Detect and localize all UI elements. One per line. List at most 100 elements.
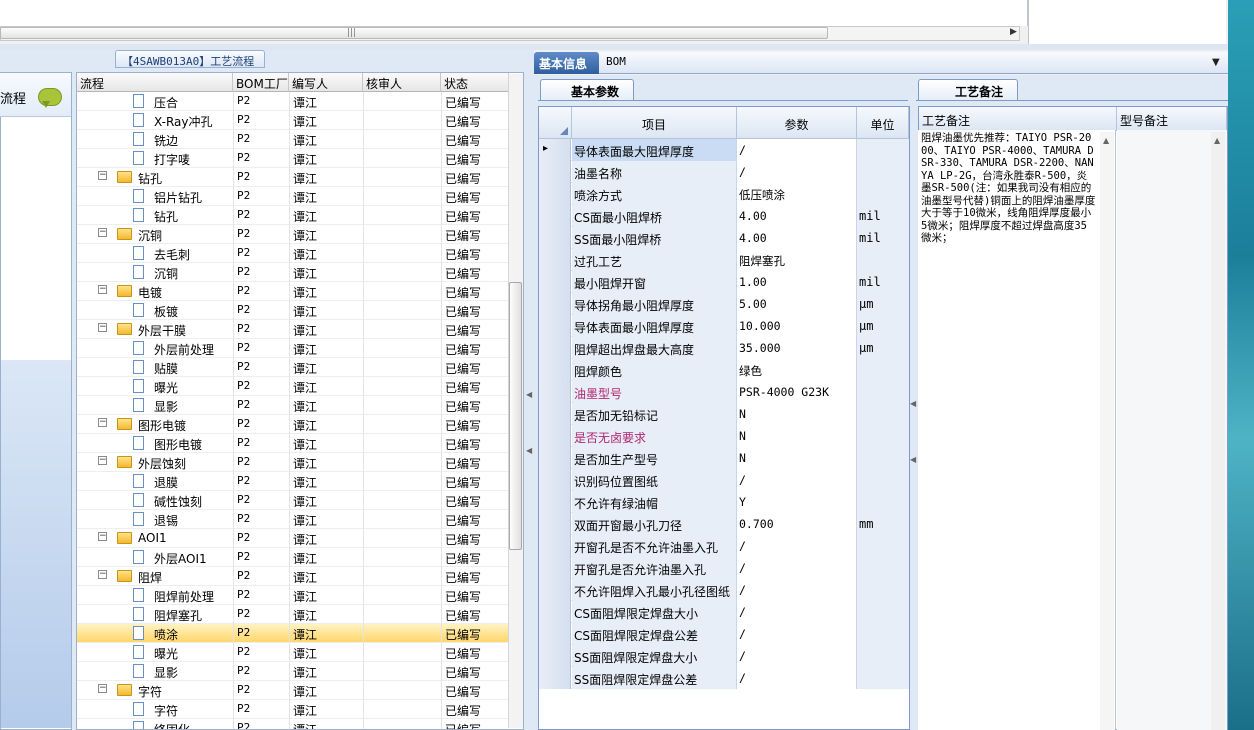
process-flow-tab[interactable]: 【4SAWB013A0】工艺流程	[115, 50, 265, 68]
table-row[interactable]: 贴膜 P2 谭江 已编写	[77, 358, 509, 377]
navigation-label[interactable]: 流程	[0, 88, 26, 107]
table-row[interactable]: 图形电镀 P2 谭江 已编写	[77, 434, 509, 453]
current-row-arrow-icon[interactable]: ▸	[539, 139, 571, 161]
tab-basic-info[interactable]: 基本信息	[534, 52, 599, 74]
column-header-model-note[interactable]: 型号备注	[1117, 107, 1227, 131]
param-row[interactable]: CS面最小阻焊桥 4.00 mil	[539, 205, 909, 227]
param-value-field[interactable]: /	[737, 535, 857, 557]
column-header-reviewer[interactable]: 核审人	[363, 73, 441, 92]
param-row[interactable]: 是否加无铅标记 N	[539, 403, 909, 425]
table-row[interactable]: 铣边 P2 谭江 已编写	[77, 130, 509, 149]
param-row[interactable]: 是否无卤要求 N	[539, 425, 909, 447]
param-row[interactable]: 最小阻焊开窗 1.00 mil	[539, 271, 909, 293]
param-row[interactable]: 过孔工艺 阻焊塞孔	[539, 249, 909, 271]
row-indicator[interactable]	[539, 579, 571, 601]
table-row[interactable]: − 外层蚀刻 P2 谭江 已编写	[77, 453, 509, 472]
param-value-field[interactable]: 0.700	[737, 513, 857, 535]
collapse-node-icon[interactable]: −	[98, 228, 107, 237]
param-row[interactable]: 阻焊颜色 绿色	[539, 359, 909, 381]
param-row[interactable]: 开窗孔是否不允许油墨入孔 /	[539, 535, 909, 557]
row-indicator[interactable]	[539, 601, 571, 623]
table-row[interactable]: − 钻孔 P2 谭江 已编写	[77, 168, 509, 187]
table-row[interactable]: − 字符 P2 谭江 已编写	[77, 681, 509, 700]
table-row[interactable]: − 沉铜 P2 谭江 已编写	[77, 225, 509, 244]
param-value-field[interactable]: PSR-4000 G23K	[737, 381, 857, 403]
param-value-field[interactable]: 4.00	[737, 205, 857, 227]
table-row[interactable]: − 外层干膜 P2 谭江 已编写	[77, 320, 509, 339]
column-header-process-note[interactable]: 工艺备注	[919, 107, 1117, 131]
table-row[interactable]: 曝光 P2 谭江 已编写	[77, 643, 509, 662]
row-indicator[interactable]	[539, 205, 571, 227]
table-row[interactable]: 终固化 P2 谭江 已编写	[77, 719, 509, 729]
param-value-field[interactable]: 1.00	[737, 271, 857, 293]
param-value-field[interactable]: /	[737, 139, 857, 161]
param-row[interactable]: 阻焊超出焊盘最大高度 35.000 μm	[539, 337, 909, 359]
table-row[interactable]: 退锡 P2 谭江 已编写	[77, 510, 509, 529]
param-value-field[interactable]: 5.00	[737, 293, 857, 315]
table-row[interactable]: 打字唛 P2 谭江 已编写	[77, 149, 509, 168]
param-row[interactable]: 不允许有绿油帽 Y	[539, 491, 909, 513]
param-value-field[interactable]: N	[737, 425, 857, 447]
row-indicator[interactable]	[539, 227, 571, 249]
param-value-field[interactable]: /	[737, 161, 857, 183]
collapse-node-icon[interactable]: −	[98, 418, 107, 427]
row-indicator[interactable]	[539, 381, 571, 403]
column-header-unit[interactable]: 单位	[857, 107, 909, 139]
param-row[interactable]: 是否加生产型号 N	[539, 447, 909, 469]
row-indicator[interactable]	[539, 469, 571, 491]
param-value-field[interactable]: /	[737, 667, 857, 689]
column-header-param[interactable]: 参数	[737, 107, 857, 139]
param-row[interactable]: 双面开窗最小孔刀径 0.700 mm	[539, 513, 909, 535]
tab-dropdown-icon[interactable]: ▼	[1212, 57, 1220, 68]
row-indicator[interactable]	[539, 513, 571, 535]
table-row[interactable]: 外层前处理 P2 谭江 已编写	[77, 339, 509, 358]
param-value-field[interactable]: 绿色	[737, 359, 857, 381]
right-splitter[interactable]: ◀ ◀	[910, 79, 916, 730]
collapse-node-icon[interactable]: −	[98, 570, 107, 579]
row-indicator[interactable]	[539, 425, 571, 447]
model-note-scrollbar[interactable]: ▲	[1211, 132, 1225, 730]
table-row[interactable]: − AOI1 P2 谭江 已编写	[77, 529, 509, 548]
param-value-field[interactable]: /	[737, 579, 857, 601]
param-value-field[interactable]: /	[737, 645, 857, 667]
middle-splitter[interactable]: ◀ ◀	[526, 50, 534, 730]
param-value-field[interactable]: 10.000	[737, 315, 857, 337]
tab-process-notes[interactable]: 工艺备注	[918, 79, 1018, 101]
collapse-node-icon[interactable]: −	[98, 532, 107, 541]
param-value-field[interactable]: /	[737, 469, 857, 491]
row-indicator[interactable]	[539, 183, 571, 205]
param-row[interactable]: 导体表面最小阻焊厚度 10.000 μm	[539, 315, 909, 337]
collapse-node-icon[interactable]: −	[98, 285, 107, 294]
row-indicator[interactable]	[539, 447, 571, 469]
param-row[interactable]: 不允许阻焊入孔最小孔径图纸 /	[539, 579, 909, 601]
param-value-field[interactable]: 低压喷涂	[737, 183, 857, 205]
table-row[interactable]: 阻焊塞孔 P2 谭江 已编写	[77, 605, 509, 624]
param-row[interactable]: 油墨型号 PSR-4000 G23K	[539, 381, 909, 403]
row-indicator[interactable]	[539, 491, 571, 513]
table-row[interactable]: 显影 P2 谭江 已编写	[77, 396, 509, 415]
row-indicator[interactable]	[539, 623, 571, 645]
param-value-field[interactable]: /	[737, 623, 857, 645]
param-row[interactable]: SS面阻焊限定焊盘公差 /	[539, 667, 909, 689]
table-row[interactable]: 曝光 P2 谭江 已编写	[77, 377, 509, 396]
table-row[interactable]: 去毛刺 P2 谭江 已编写	[77, 244, 509, 263]
param-row[interactable]: ▸ 导体表面最大阻焊厚度 /	[539, 139, 909, 161]
param-value-field[interactable]: N	[737, 403, 857, 425]
column-header-item[interactable]: 项目	[572, 107, 737, 139]
column-header-writer[interactable]: 编写人	[289, 73, 363, 92]
tree-vertical-scroll-thumb[interactable]	[509, 282, 522, 550]
column-header-bom-factory[interactable]: BOM工厂	[233, 73, 289, 92]
row-indicator[interactable]	[539, 161, 571, 183]
table-row[interactable]: 退膜 P2 谭江 已编写	[77, 472, 509, 491]
table-row[interactable]: 铝片钻孔 P2 谭江 已编写	[77, 187, 509, 206]
param-value-field[interactable]: 35.000	[737, 337, 857, 359]
process-note-scrollbar[interactable]: ▲	[1100, 132, 1114, 730]
table-row[interactable]: 显影 P2 谭江 已编写	[77, 662, 509, 681]
row-indicator[interactable]	[539, 403, 571, 425]
column-header-flow[interactable]: 流程	[77, 73, 233, 92]
param-row[interactable]: CS面阻焊限定焊盘大小 /	[539, 601, 909, 623]
table-row[interactable]: 压合 P2 谭江 已编写	[77, 92, 509, 111]
param-row[interactable]: 导体拐角最小阻焊厚度 5.00 μm	[539, 293, 909, 315]
row-indicator[interactable]	[539, 667, 571, 689]
param-row[interactable]: 喷涂方式 低压喷涂	[539, 183, 909, 205]
